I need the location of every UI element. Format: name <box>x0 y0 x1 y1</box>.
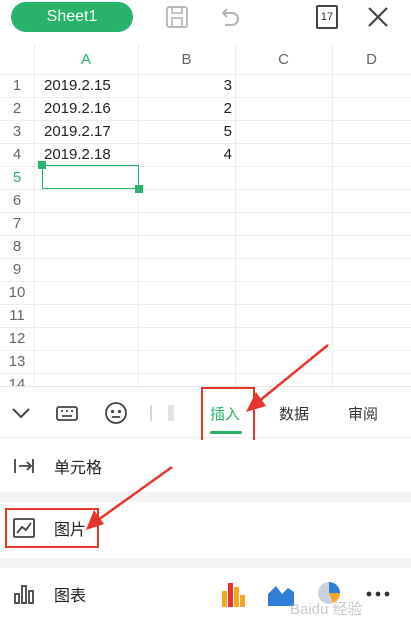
grid-line <box>0 120 411 121</box>
tab-hidden-edge <box>168 405 174 421</box>
cell-a1[interactable]: 2019.2.15 <box>44 77 111 94</box>
row-header[interactable]: 8 <box>0 238 34 255</box>
row-header[interactable]: 13 <box>0 353 34 370</box>
sheet-count-button[interactable]: 17 <box>316 5 338 29</box>
sheet-tab-button[interactable]: Sheet1 <box>11 2 133 32</box>
grid-line <box>332 44 333 386</box>
cell-a4[interactable]: 2019.2.18 <box>44 146 111 163</box>
cell-b4[interactable]: 4 <box>138 146 235 163</box>
grid-line <box>138 44 139 386</box>
cell-b2[interactable]: 2 <box>138 100 235 117</box>
chart-icon <box>14 585 34 604</box>
grid-line <box>0 189 411 190</box>
row-header[interactable]: 14 <box>0 376 34 386</box>
annotation-box-picture <box>5 508 99 548</box>
grid-line <box>0 327 411 328</box>
cell-a2[interactable]: 2019.2.16 <box>44 100 111 117</box>
top-bar: Sheet1 17 <box>0 0 411 44</box>
more-icon[interactable] <box>366 590 390 598</box>
annotation-box-insert <box>201 387 255 445</box>
watermark: Baidu 经验 <box>290 601 363 618</box>
grid-line <box>0 281 411 282</box>
column-header-b[interactable]: B <box>138 44 235 74</box>
menu-separator <box>0 558 411 568</box>
row-header[interactable]: 12 <box>0 330 34 347</box>
selected-cell-a5[interactable] <box>42 165 139 189</box>
cell-a3[interactable]: 2019.2.17 <box>44 123 111 140</box>
column-header-a[interactable]: A <box>34 44 138 74</box>
row-header[interactable]: 9 <box>0 261 34 278</box>
menu-separator <box>0 492 411 502</box>
column-header-d[interactable]: D <box>332 44 411 74</box>
close-icon[interactable] <box>365 4 391 30</box>
column-header-c[interactable]: C <box>235 44 332 74</box>
cell-b3[interactable]: 5 <box>138 123 235 140</box>
row-header[interactable]: 6 <box>0 192 34 209</box>
row-header[interactable]: 10 <box>0 284 34 301</box>
keyboard-icon[interactable] <box>55 401 79 425</box>
undo-icon[interactable] <box>216 4 242 30</box>
grid-line <box>34 44 35 386</box>
selection-handle-top-left[interactable] <box>38 161 46 169</box>
row-header[interactable]: 2 <box>0 100 34 117</box>
menu-item-chart-label: 图表 <box>54 586 87 605</box>
row-header[interactable]: 1 <box>0 77 34 94</box>
grid-line <box>0 304 411 305</box>
row-header-selected[interactable]: 5 <box>0 169 34 186</box>
tab-review[interactable]: 审阅 <box>348 387 378 439</box>
menu-item-cell-label: 单元格 <box>54 458 103 477</box>
grid-line <box>235 44 236 386</box>
tab-divider <box>150 405 152 421</box>
grid-line <box>0 350 411 351</box>
spreadsheet-grid[interactable]: A B C D 1 2 3 4 5 6 7 8 9 10 11 12 13 14… <box>0 44 411 386</box>
save-icon[interactable] <box>164 4 190 30</box>
grid-line <box>0 97 411 98</box>
grid-line <box>0 235 411 236</box>
menu-item-cell[interactable]: 单元格 <box>0 440 411 492</box>
selection-handle-bottom-right[interactable] <box>135 185 143 193</box>
cell-b1[interactable]: 3 <box>138 77 235 94</box>
sheet-count-label: 17 <box>320 11 334 23</box>
chevron-down-icon[interactable] <box>9 401 33 425</box>
grid-line <box>0 258 411 259</box>
grid-line <box>0 373 411 374</box>
bar-chart-icon[interactable] <box>221 581 245 607</box>
grid-line <box>0 143 411 144</box>
tab-data[interactable]: 数据 <box>279 387 309 439</box>
row-header[interactable]: 4 <box>0 146 34 163</box>
row-header[interactable]: 3 <box>0 123 34 140</box>
grid-line <box>0 74 411 75</box>
row-header[interactable]: 7 <box>0 215 34 232</box>
emoji-icon[interactable] <box>103 400 129 426</box>
insert-cell-icon <box>14 459 34 473</box>
row-header[interactable]: 11 <box>0 307 34 324</box>
grid-line <box>0 212 411 213</box>
